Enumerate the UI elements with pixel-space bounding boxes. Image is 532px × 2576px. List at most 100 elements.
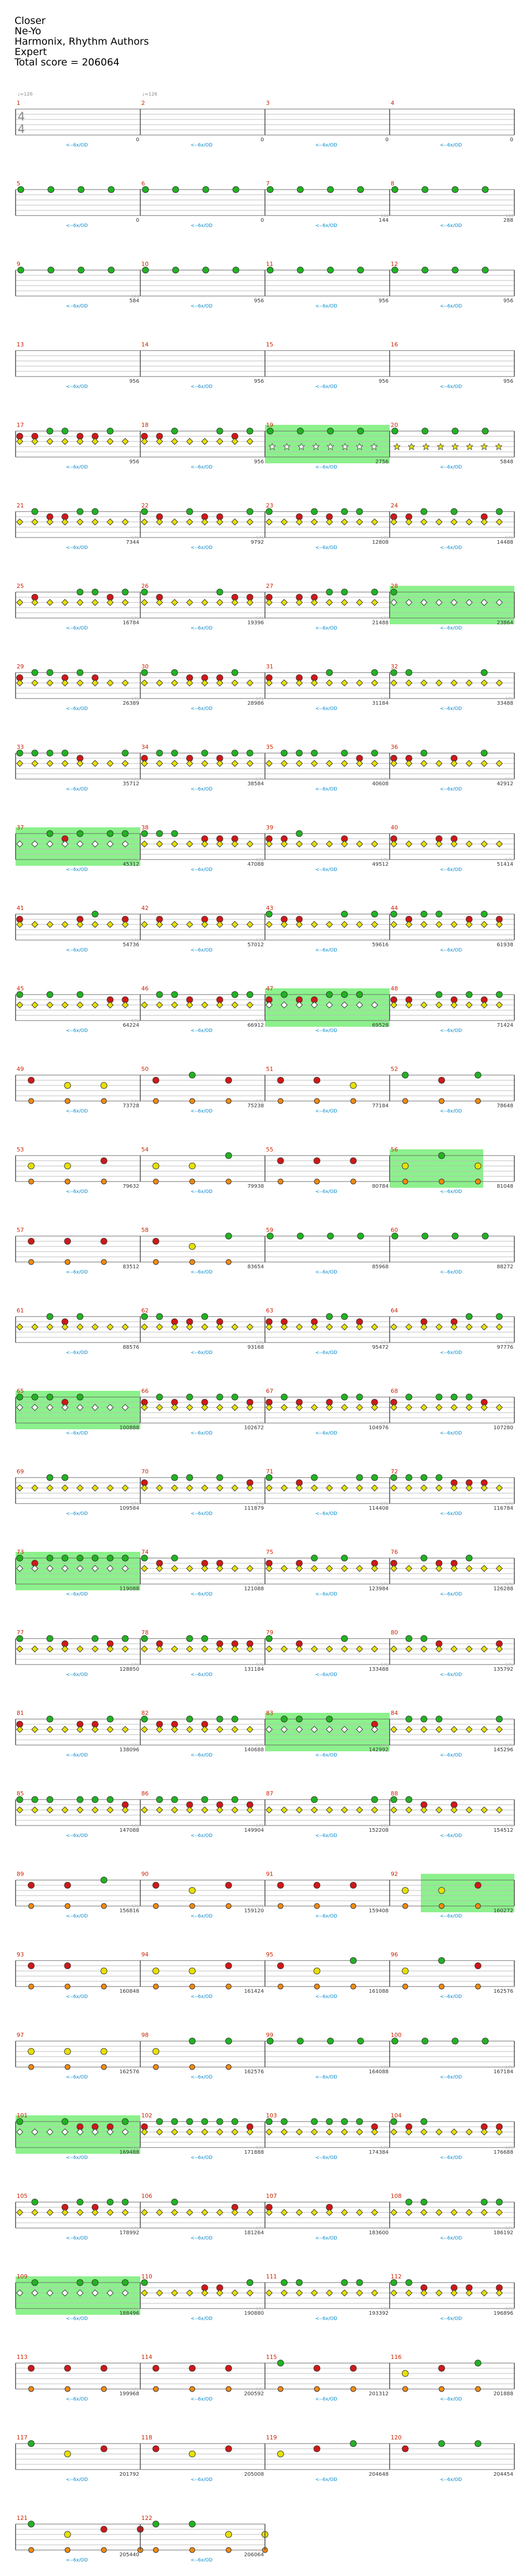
yellow-note: [76, 1645, 84, 1653]
measure-beat-score: 576: [381, 2065, 389, 2070]
green-note: [91, 1554, 99, 1562]
measure-score: 161424: [244, 1989, 264, 1994]
measure-number: 20: [391, 422, 398, 428]
yellow-note: [122, 1645, 129, 1653]
measure-score: 33488: [497, 701, 513, 706]
yellow-note: [341, 2209, 348, 2216]
orange-note: [314, 1178, 320, 1185]
yellow-note: [420, 1404, 428, 1411]
yellow-note: [356, 2289, 363, 2297]
yellow-note: [311, 679, 318, 687]
yellow-note: [122, 438, 129, 445]
green-note: [481, 749, 488, 757]
measure-beat-score: 576: [256, 938, 264, 943]
yellow-note: [171, 1565, 178, 1572]
green-note: [246, 508, 254, 515]
measure-number: 68: [391, 1388, 398, 1394]
orange-note: [101, 1098, 107, 1104]
measure-number: 57: [17, 1227, 24, 1233]
green-note: [371, 910, 378, 918]
measure-beat-score: 576: [506, 1421, 513, 1426]
green-note: [435, 1715, 443, 1723]
measure-beat-score: 576: [381, 2306, 389, 2311]
measure-score: 61938: [497, 942, 513, 948]
green-note: [405, 1635, 413, 1642]
overdrive-annotation: <--6x/OD: [440, 1350, 462, 1356]
measure-score: 71424: [497, 1023, 513, 1028]
orange-note: [101, 1178, 107, 1185]
measure-beat-score: 576: [131, 1421, 139, 1426]
green-note: [311, 1554, 318, 1562]
yellow-note: [64, 2450, 71, 2458]
yellow-note: [435, 921, 443, 928]
measure-beat-score: 576: [506, 1018, 513, 1023]
green-note: [31, 669, 38, 676]
green-note: [356, 508, 363, 515]
yellow-note: [141, 679, 148, 687]
green-note: [341, 910, 348, 918]
green-note: [107, 1715, 114, 1723]
overdrive-annotation: <--6x/OD: [440, 143, 462, 148]
yellow-note: [450, 1726, 458, 1733]
green-note: [216, 1715, 223, 1723]
yellow-note: [265, 2209, 273, 2216]
yellow-note: [91, 518, 99, 526]
green-note: [91, 508, 99, 515]
green-note: [474, 1071, 482, 1079]
measure-number: 8: [391, 180, 394, 187]
yellow-note: [356, 1565, 363, 1572]
green-note: [17, 266, 24, 274]
yellow-note: [46, 1001, 54, 1009]
red-note: [152, 1882, 159, 1889]
yellow-note: [405, 1726, 413, 1733]
measure-score: 88272: [497, 1264, 513, 1270]
yellow-note: [371, 599, 378, 606]
green-note: [231, 1796, 238, 1803]
measure-beat-score: 576: [381, 1501, 389, 1506]
overdrive-annotation: <--6x/OD: [315, 2477, 337, 2483]
green-note: [201, 749, 208, 757]
yellow-note: [216, 1484, 223, 1492]
yellow-note: [61, 760, 69, 767]
measure-score: 161088: [369, 1989, 389, 1994]
red-note: [28, 1077, 35, 1084]
yellow-note: [107, 2209, 114, 2216]
measure-beat-score: 576: [381, 1018, 389, 1023]
yellow-note: [107, 1484, 114, 1492]
yellow-note: [296, 2128, 303, 2136]
green-note: [421, 427, 429, 435]
measure-score: 0: [136, 137, 139, 143]
yellow-note: [189, 1887, 196, 1894]
measure-number: 15: [266, 341, 273, 348]
yellow-note: [402, 1887, 409, 1894]
yellow-note: [326, 679, 333, 687]
green-note: [267, 1232, 274, 1240]
overdrive-annotation: <--6x/OD: [191, 1914, 212, 1919]
star-power-section: [421, 1874, 514, 1912]
yellow-note: [122, 599, 129, 606]
yellow-note: [311, 1323, 318, 1331]
measure-number: 56: [391, 1146, 398, 1153]
orange-note: [225, 1178, 232, 1185]
measure-number: 88: [391, 1790, 398, 1797]
measure-score: 21488: [372, 620, 389, 626]
time-signature-bottom: 4: [18, 123, 25, 136]
yellow-note: [481, 679, 488, 687]
green-note: [450, 1393, 458, 1401]
green-note: [341, 588, 348, 596]
yellow-note: [216, 1726, 223, 1733]
yellow-note: [141, 2289, 148, 2297]
green-note: [390, 2118, 397, 2125]
red-note: [64, 2365, 71, 2372]
measure-beat-score: 576: [256, 1743, 264, 1748]
overdrive-annotation: <--6x/OD: [315, 1833, 337, 1839]
measure-score: 144: [379, 218, 389, 223]
yellow-note: [356, 1404, 363, 1411]
yellow-note: [156, 518, 163, 526]
star-note: [480, 442, 488, 451]
green-note: [141, 508, 148, 515]
yellow-note: [186, 921, 193, 928]
yellow-note: [186, 1484, 193, 1492]
overdrive-annotation: <--6x/OD: [440, 384, 462, 390]
yellow-note: [341, 840, 348, 848]
